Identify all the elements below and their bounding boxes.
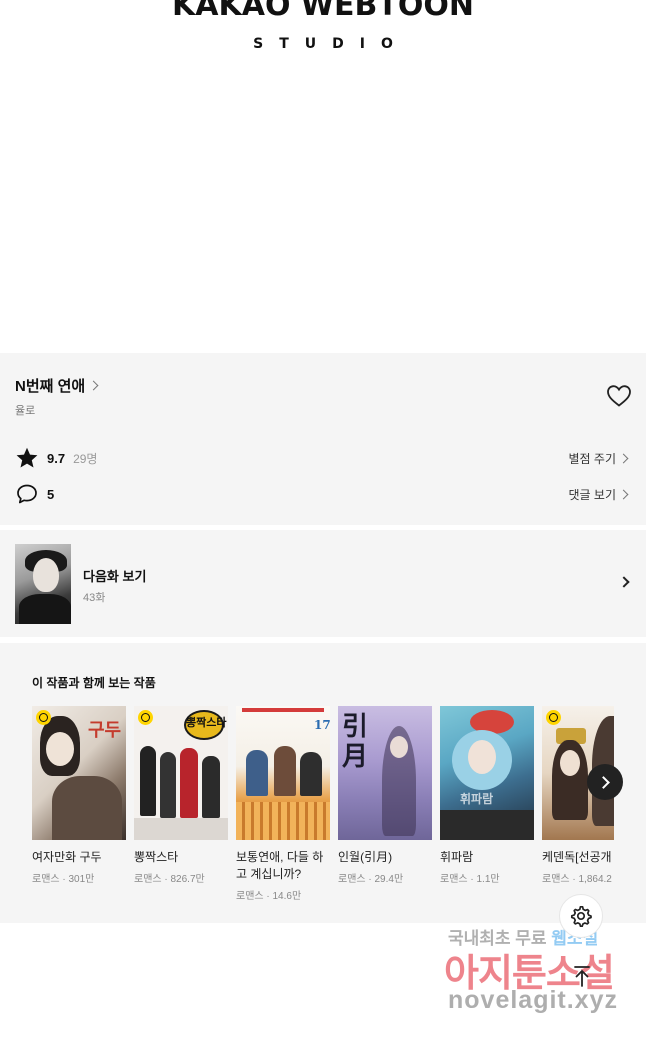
- recommendations-section: 이 작품과 함께 보는 작품 구두 여자만화 구두 로맨스 · 301만 뽕짝스…: [0, 643, 646, 923]
- clock-icon: [546, 710, 561, 725]
- work-meta: 로맨스 · 1,864.2: [542, 874, 612, 885]
- chevron-right-icon: [618, 489, 629, 499]
- heart-outline-icon[interactable]: [606, 384, 632, 408]
- cover-title: 구두: [88, 720, 122, 741]
- rating-count: 29명: [73, 451, 98, 466]
- cover-title: 뽕짝스타: [186, 716, 227, 729]
- episode-number: 43화: [83, 592, 106, 604]
- scroll-top-button[interactable]: [570, 964, 594, 988]
- recommendation-card[interactable]: 17 보통연애, 다들 하고 계십니까? 로맨스 · 14.6만: [236, 706, 330, 902]
- work-title-link[interactable]: N번째 연애: [15, 375, 99, 396]
- view-comments-label: 댓글 보기: [568, 487, 617, 502]
- work-meta: 로맨스 · 14.6만: [236, 891, 302, 902]
- work-meta: 로맨스 · 826.7만: [134, 874, 205, 885]
- cover-title: 引月: [342, 712, 369, 772]
- work-name: 케덴독[선공개: [542, 850, 612, 864]
- rate-button[interactable]: 별점 주기: [569, 450, 632, 467]
- work-name: 여자만화 구두: [32, 850, 102, 864]
- work-meta: 로맨스 · 29.4만: [338, 874, 404, 885]
- next-episode-label: 다음화 보기: [83, 569, 147, 584]
- work-name: 뽕짝스타: [134, 850, 179, 864]
- recommendation-carousel[interactable]: 구두 여자만화 구두 로맨스 · 301만 뽕짝스타 뽕짝스타 로맨스 · 82…: [32, 706, 614, 916]
- recommendation-card[interactable]: 引月 인월(引月) 로맨스 · 29.4만: [338, 706, 432, 885]
- view-comments-button[interactable]: 댓글 보기: [569, 486, 632, 503]
- recommendation-card[interactable]: 뽕짝스타 뽕짝스타 로맨스 · 826.7만: [134, 706, 228, 885]
- cover-image: 구두: [32, 706, 126, 840]
- star-icon: [16, 447, 38, 468]
- work-info-panel: N번째 연애 율로 9.7 29명 별점 주기 5 댓글 보기: [0, 353, 646, 525]
- section-heading: 이 작품과 함께 보는 작품: [32, 676, 156, 690]
- chevron-right-icon: [88, 380, 99, 391]
- cover-image: 引月: [338, 706, 432, 840]
- recommendation-card[interactable]: 구두 여자만화 구두 로맨스 · 301만: [32, 706, 126, 885]
- work-meta: 로맨스 · 1.1만: [440, 874, 500, 885]
- chevron-right-icon: [618, 453, 629, 463]
- comments-row: 5 댓글 보기: [15, 482, 631, 506]
- comment-bubble-icon: [17, 484, 37, 504]
- chevron-right-icon: [618, 576, 630, 588]
- cover-title: 17: [314, 718, 330, 732]
- top-banner: KAKAO WEBTOON STUDIO: [0, 0, 646, 352]
- work-name: 인월(引月): [338, 850, 393, 864]
- work-title: N번째 연애: [15, 378, 86, 395]
- rating-value: 9.7: [47, 450, 66, 466]
- rating-row: 9.7 29명 별점 주기: [15, 446, 631, 470]
- arrow-up-icon: [574, 966, 590, 987]
- cover-image: 휘파람: [440, 706, 534, 840]
- cover-image: 뽕짝스타: [134, 706, 228, 840]
- brand-logo: KAKAO WEBTOON: [172, 0, 474, 23]
- gear-icon: [570, 905, 592, 928]
- work-name: 휘파람: [440, 850, 474, 864]
- carousel-next-button[interactable]: [587, 764, 623, 800]
- settings-button[interactable]: [559, 894, 603, 938]
- episode-thumbnail: [15, 544, 71, 624]
- work-name: 보통연애, 다들 하고 계십니까?: [236, 850, 324, 881]
- next-episode-card[interactable]: 다음화 보기 43화: [0, 530, 646, 637]
- author-name[interactable]: 율로: [15, 402, 35, 418]
- brand-logo-sub: STUDIO: [253, 36, 409, 52]
- recommendation-card[interactable]: 휘파람 휘파람 로맨스 · 1.1만: [440, 706, 534, 885]
- cover-title: 휘파람: [460, 792, 494, 806]
- comment-count: 5: [47, 486, 55, 502]
- watermark-line3: novelagit.xyz: [448, 986, 618, 1014]
- work-meta: 로맨스 · 301만: [32, 874, 95, 885]
- watermark: 국내최초 무료 웹소설 아지툰소설 novelagit.xyz: [438, 920, 646, 1030]
- cover-image: 17: [236, 706, 330, 840]
- clock-icon: [138, 710, 153, 725]
- rate-button-label: 별점 주기: [568, 451, 617, 466]
- clock-icon: [36, 710, 51, 725]
- chevron-right-icon: [596, 775, 610, 789]
